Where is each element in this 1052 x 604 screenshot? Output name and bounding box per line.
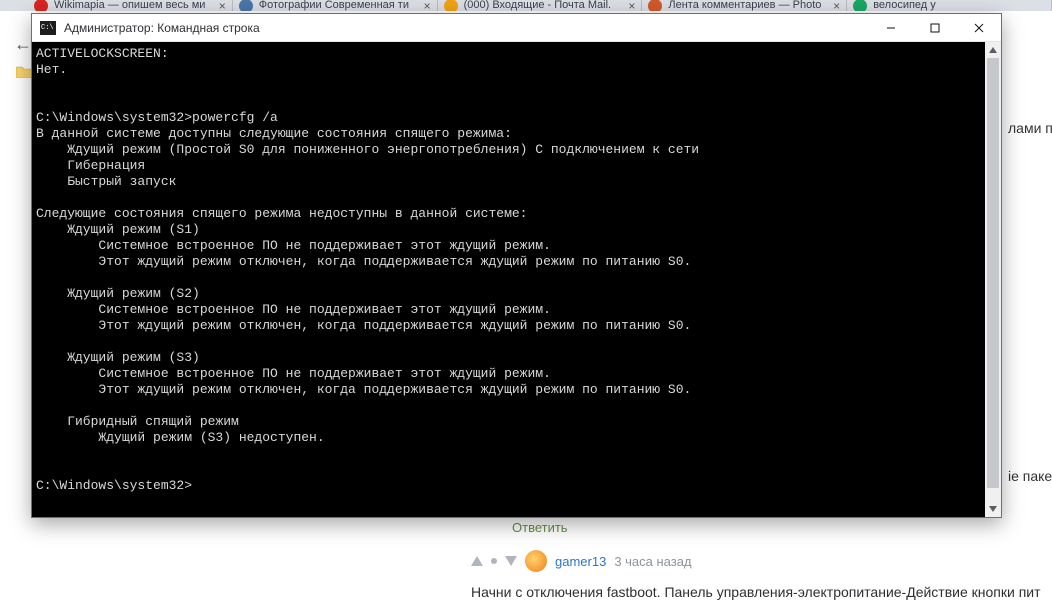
comment-header: gamer13 3 часа назад xyxy=(471,550,692,572)
scroll-up-button[interactable] xyxy=(985,42,1001,58)
tab-title: Фотографии Современная ти xyxy=(259,0,418,11)
scrollbar[interactable] xyxy=(985,42,1001,517)
tab-wikimapia[interactable]: Wikimapia — опишем весь ми × xyxy=(28,0,233,11)
reply-link[interactable]: Ответить xyxy=(512,520,568,535)
close-button[interactable] xyxy=(957,14,1001,41)
tab-title: (000) Входящие - Почта Mail. xyxy=(464,0,623,11)
tab-photo[interactable]: Лента комментариев — Photo × xyxy=(642,0,847,11)
cmd-icon xyxy=(40,21,56,35)
vote-score-icon xyxy=(491,558,497,564)
tab-title: Лента комментариев — Photo xyxy=(668,0,827,11)
downvote-icon[interactable] xyxy=(505,556,517,566)
terminal-area[interactable]: ACTIVELOCKSCREEN: Нет. C:\Windows\system… xyxy=(32,42,1001,517)
window-controls xyxy=(869,14,1001,41)
tab-vk[interactable]: Фотографии Современная ти × xyxy=(233,0,438,11)
tab-bike[interactable]: велосипед у xyxy=(847,0,1052,11)
scroll-thumb[interactable] xyxy=(987,58,999,488)
upvote-icon[interactable] xyxy=(471,556,483,566)
page-text: лами пи xyxy=(1008,120,1052,136)
terminal-output[interactable]: ACTIVELOCKSCREEN: Нет. C:\Windows\system… xyxy=(32,42,1001,517)
avatar[interactable] xyxy=(525,550,547,572)
back-button[interactable]: ← xyxy=(14,34,32,55)
browser-tabstrip: Wikimapia — опишем весь ми × Фотографии … xyxy=(0,0,1052,11)
scroll-down-button[interactable] xyxy=(985,501,1001,517)
comment-body: Начни с отключения fastboot. Панель упра… xyxy=(471,584,1041,600)
minimize-button[interactable] xyxy=(869,14,913,41)
page-text: іе паке xyxy=(1008,468,1052,484)
comment-time: 3 часа назад xyxy=(614,554,691,569)
window-title: Администратор: Командная строка xyxy=(64,21,869,35)
cmd-window: Администратор: Командная строка ACTIVELO… xyxy=(31,13,1002,518)
username-link[interactable]: gamer13 xyxy=(555,554,606,569)
tab-title: велосипед у xyxy=(873,0,1045,11)
window-titlebar[interactable]: Администратор: Командная строка xyxy=(32,14,1001,42)
tab-mail[interactable]: (000) Входящие - Почта Mail. × xyxy=(438,0,643,11)
tab-title: Wikimapia — опишем весь ми xyxy=(54,0,213,11)
maximize-button[interactable] xyxy=(913,14,957,41)
